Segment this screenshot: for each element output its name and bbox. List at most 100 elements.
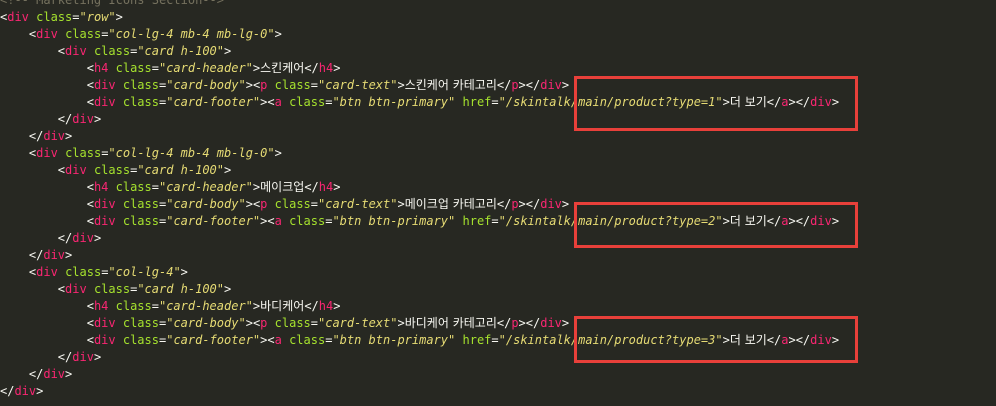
code-token: > bbox=[722, 214, 730, 228]
code-token: < bbox=[267, 333, 275, 347]
code-token: "card h-100" bbox=[137, 282, 225, 296]
code-editor[interactable]: <!-- Marketing Icons Section--> <div clas… bbox=[0, 0, 996, 406]
code-token: < bbox=[57, 44, 66, 58]
code-line[interactable]: <h4 class="card-header">바디케어</h4> bbox=[0, 298, 996, 315]
code-token: <!-- Marketing Icons Section--> bbox=[0, 0, 224, 7]
code-line[interactable]: <div class="card-footer"><a class="btn b… bbox=[0, 94, 996, 111]
code-token: > bbox=[788, 214, 796, 228]
code-token: < bbox=[86, 333, 94, 347]
code-token: < bbox=[267, 214, 275, 228]
code-line[interactable]: <div class="card-body"><p class="card-te… bbox=[0, 77, 996, 94]
code-line[interactable]: <div class="card-footer"><a class="btn b… bbox=[0, 332, 996, 349]
code-token: 바디케어 bbox=[260, 299, 305, 313]
code-token: > bbox=[274, 146, 282, 160]
code-token: h4 bbox=[93, 61, 109, 75]
code-token: class bbox=[122, 333, 159, 347]
code-token: < bbox=[86, 299, 94, 313]
code-token: class bbox=[93, 282, 131, 296]
code-token: 바디케어 카테고리 bbox=[404, 316, 497, 330]
code-token: p bbox=[511, 78, 519, 92]
code-token: "card-body" bbox=[166, 316, 246, 330]
code-token: > bbox=[397, 78, 405, 92]
code-line[interactable]: </div> bbox=[0, 383, 996, 400]
code-line[interactable]: <div class="card h-100"> bbox=[0, 281, 996, 298]
code-token: = bbox=[491, 214, 499, 228]
code-line[interactable]: <div class="col-lg-4"> bbox=[0, 264, 996, 281]
code-token: class bbox=[122, 78, 159, 92]
code-token: div bbox=[36, 265, 58, 279]
code-line[interactable]: </div> bbox=[0, 230, 996, 247]
code-line[interactable]: </div> bbox=[0, 247, 996, 264]
code-token: > bbox=[333, 299, 341, 313]
code-line[interactable]: <div class="card h-100"> bbox=[0, 43, 996, 60]
code-token: class bbox=[122, 214, 159, 228]
code-line[interactable]: <div class="card h-100"> bbox=[0, 162, 996, 179]
code-token: < bbox=[86, 95, 94, 109]
code-token: div bbox=[72, 350, 94, 364]
code-token: > bbox=[561, 316, 570, 330]
code-token: div bbox=[93, 197, 116, 211]
code-token: 더 보기 bbox=[729, 333, 767, 347]
code-token: 메이크업 bbox=[260, 180, 305, 194]
code-token: </ bbox=[304, 299, 319, 313]
code-token: "btn btn-primary" bbox=[332, 214, 456, 228]
code-line[interactable]: <div class="card-footer"><a class="btn b… bbox=[0, 213, 996, 230]
code-token: > bbox=[36, 384, 44, 398]
code-token: "btn btn-primary" bbox=[332, 333, 456, 347]
code-token: div bbox=[93, 95, 116, 109]
code-token: > bbox=[831, 333, 840, 347]
code-token: = bbox=[491, 333, 499, 347]
code-token: > bbox=[93, 231, 102, 245]
code-token: > bbox=[561, 78, 570, 92]
code-line[interactable]: </div> bbox=[0, 111, 996, 128]
code-line[interactable]: </div> bbox=[0, 128, 996, 145]
code-token: > bbox=[831, 95, 840, 109]
code-token: > bbox=[115, 10, 123, 24]
code-line[interactable]: <h4 class="card-header">메이크업</h4> bbox=[0, 179, 996, 196]
code-token: > bbox=[65, 367, 73, 381]
code-token: div bbox=[36, 146, 58, 160]
code-token: class bbox=[289, 333, 326, 347]
code-token: div bbox=[540, 197, 562, 211]
code-token: "/skintalk/main/product?type=3" bbox=[498, 333, 723, 347]
code-token: > bbox=[65, 129, 73, 143]
code-token: </ bbox=[525, 78, 541, 92]
code-token: > bbox=[831, 214, 840, 228]
code-line[interactable]: </div> bbox=[0, 349, 996, 366]
code-token: "card-footer" bbox=[166, 95, 261, 109]
code-token: p bbox=[511, 197, 519, 211]
code-token: div bbox=[810, 214, 832, 228]
code-line[interactable]: <div class="col-lg-4 mb-4 mb-lg-0"> bbox=[0, 26, 996, 43]
code-line[interactable]: <div class="card-body"><p class="card-te… bbox=[0, 196, 996, 213]
code-line[interactable]: <div class="card-body"><p class="card-te… bbox=[0, 315, 996, 332]
code-line[interactable]: <!-- Marketing Icons Section--> bbox=[0, 0, 996, 9]
code-token: = bbox=[310, 78, 318, 92]
code-token: > bbox=[93, 350, 102, 364]
code-line[interactable]: <div class="row"> bbox=[0, 9, 996, 26]
code-token: </ bbox=[766, 333, 782, 347]
code-line[interactable]: <h4 class="card-header">스킨케어</h4> bbox=[0, 60, 996, 77]
code-token: 메이크업 카테고리 bbox=[404, 197, 497, 211]
code-token: "card-body" bbox=[166, 197, 246, 211]
code-token: </ bbox=[766, 214, 782, 228]
code-token: "card-text" bbox=[318, 197, 398, 211]
code-line[interactable]: <div class="col-lg-4 mb-4 mb-lg-0"> bbox=[0, 145, 996, 162]
code-token: "card h-100" bbox=[137, 44, 225, 58]
code-line[interactable]: </div> bbox=[0, 366, 996, 383]
code-token: div bbox=[93, 316, 116, 330]
code-token: div bbox=[14, 384, 37, 398]
code-token: = bbox=[151, 299, 159, 313]
